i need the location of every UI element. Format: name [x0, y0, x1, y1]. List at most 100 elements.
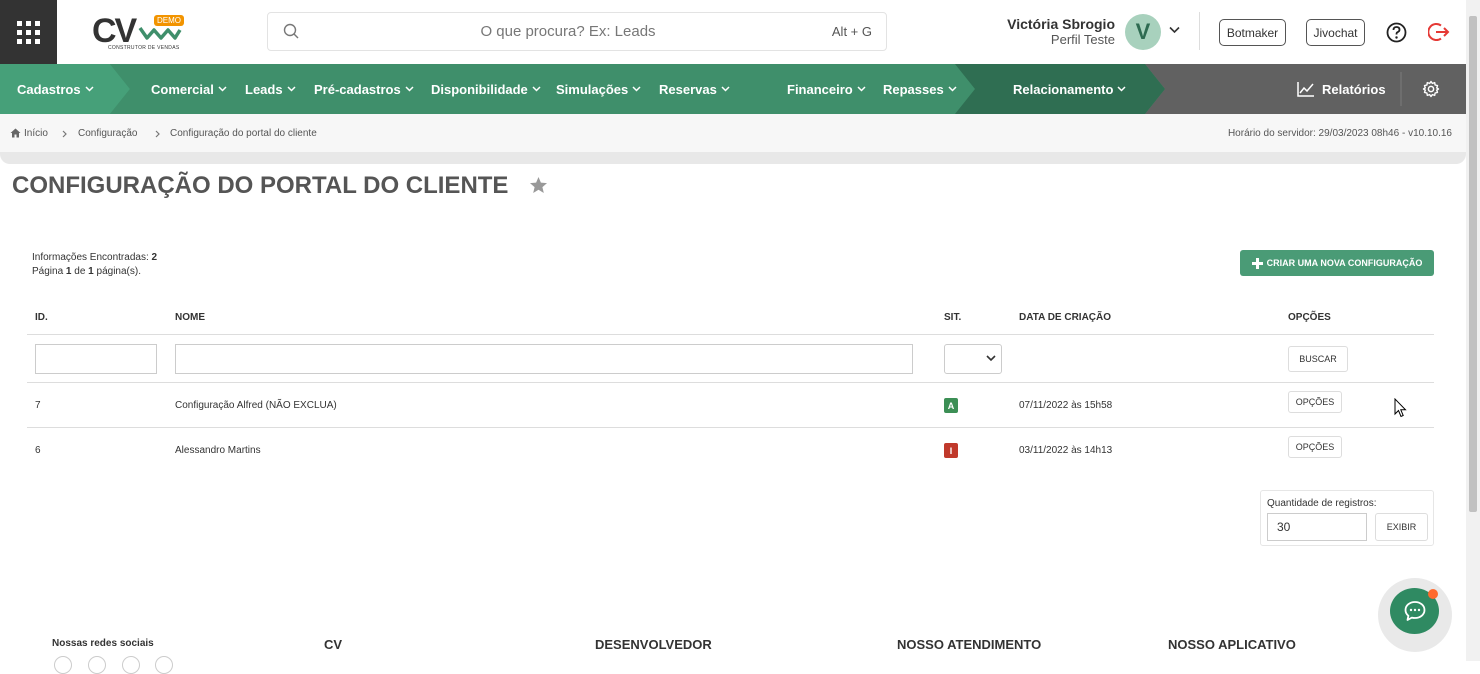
content-shadow: [0, 152, 1466, 164]
row-name[interactable]: Alessandro Martins: [175, 445, 261, 456]
create-configuration-button[interactable]: CRIAR UMA NOVA CONFIGURAÇÃO: [1240, 250, 1434, 276]
nav-label: Comercial: [151, 81, 214, 97]
demo-badge: DEMO: [154, 15, 184, 26]
nav-label: Reservas: [659, 81, 717, 97]
footer-support-title: NOSSO ATENDIMENTO: [897, 637, 1042, 652]
row-created: 03/11/2022 às 14h13: [1019, 445, 1113, 456]
home-icon: [10, 128, 21, 138]
user-profile: Perfil Teste: [1050, 32, 1115, 47]
column-header-nome[interactable]: NOME: [175, 312, 205, 323]
avatar[interactable]: V: [1125, 14, 1161, 50]
nav-label: Cadastros: [17, 81, 81, 97]
help-icon[interactable]: [1386, 22, 1407, 43]
nav-label: Disponibilidade: [431, 81, 528, 97]
nav-label: Relacionamento: [1013, 81, 1114, 97]
social-icon[interactable]: [88, 656, 106, 674]
column-header-id[interactable]: ID.: [35, 312, 48, 323]
apps-menu-button[interactable]: [0, 0, 57, 64]
chevron-down-icon: [632, 86, 641, 92]
breadcrumb-configuracao[interactable]: Configuração: [78, 128, 137, 139]
nav-financeiro[interactable]: Financeiro: [787, 64, 866, 114]
global-search: Alt + G: [267, 12, 887, 51]
chevron-down-icon: [287, 86, 296, 92]
info-found-label: Informações Encontradas:: [32, 252, 149, 263]
records-input[interactable]: 30: [1267, 513, 1367, 541]
create-button-label: CRIAR UMA NOVA CONFIGURAÇÃO: [1266, 258, 1423, 268]
social-icon[interactable]: [155, 656, 173, 674]
nav-relacionamento[interactable]: Relacionamento: [1013, 64, 1126, 114]
nav-label: Pré-cadastros: [314, 81, 401, 97]
search-button[interactable]: BUSCAR: [1288, 346, 1348, 372]
gear-icon[interactable]: [1422, 80, 1440, 98]
breadcrumb-home[interactable]: Início: [24, 128, 48, 139]
chart-line-icon: [1297, 82, 1314, 97]
social-icon[interactable]: [122, 656, 140, 674]
divider: [27, 334, 1434, 335]
plus-icon: [1251, 257, 1263, 269]
user-name: Victória Sbrogio: [1007, 16, 1115, 32]
nav-cadastros[interactable]: Cadastros: [17, 64, 94, 114]
footer-cv-title: CV: [324, 637, 343, 652]
info-found: Informações Encontradas: 2: [32, 252, 157, 263]
jivochat-button[interactable]: Jivochat: [1306, 19, 1365, 46]
grid-icon: [17, 20, 40, 44]
search-icon: [283, 23, 299, 39]
chevron-down-icon: [218, 86, 227, 92]
row-options-button[interactable]: OPÇÕES: [1288, 391, 1342, 413]
records-value: 30: [1277, 520, 1291, 534]
chevron-down-icon: [532, 86, 541, 92]
nav-disponibilidade[interactable]: Disponibilidade: [431, 64, 541, 114]
user-menu[interactable]: Victória Sbrogio Perfil Teste V: [990, 14, 1190, 54]
page-label-prefix: Página: [32, 266, 64, 277]
breadcrumb-current: Configuração do portal do cliente: [170, 128, 317, 139]
row-options-button[interactable]: OPÇÕES: [1288, 436, 1342, 458]
status-badge: A: [944, 398, 958, 413]
records-label: Quantidade de registros:: [1267, 498, 1377, 509]
star-icon[interactable]: [529, 176, 548, 194]
page-title: CONFIGURAÇÃO DO PORTAL DO CLIENTE: [12, 172, 509, 199]
botmaker-button[interactable]: Botmaker: [1219, 19, 1286, 46]
scrollbar[interactable]: [1466, 0, 1480, 661]
row-created: 07/11/2022 às 15h58: [1019, 400, 1113, 411]
page-label-mid: de: [74, 266, 86, 277]
nav-leads[interactable]: Leads: [245, 64, 296, 114]
nav-reservas[interactable]: Reservas: [659, 64, 730, 114]
show-records-button[interactable]: EXIBIR: [1375, 513, 1428, 541]
chevron-down-icon: [857, 86, 866, 92]
row-id: 6: [35, 445, 41, 456]
top-bar: CV DEMO CONSTRUTOR DE VENDAS Alt + G Vic…: [0, 0, 1466, 64]
page-info: Página 1 de 1 página(s).: [32, 266, 141, 277]
main-nav: Cadastros Comercial Leads Pré-cadastros …: [0, 64, 1466, 114]
filter-name-input[interactable]: [175, 344, 913, 374]
filter-id-input[interactable]: [35, 344, 157, 374]
logo-wave-icon: [138, 26, 182, 40]
column-header-data[interactable]: DATA DE CRIAÇÃO: [1019, 312, 1111, 323]
filter-status-select[interactable]: [944, 344, 1002, 374]
footer-app-title: NOSSO APLICATIVO: [1168, 637, 1296, 652]
chevron-down-icon[interactable]: [1169, 26, 1180, 34]
nav-pre-cadastros[interactable]: Pré-cadastros: [314, 64, 414, 114]
page-current: 1: [65, 266, 72, 277]
column-header-sit[interactable]: SIT.: [944, 312, 961, 323]
nav-label: Repasses: [883, 81, 944, 97]
logo[interactable]: CV DEMO CONSTRUTOR DE VENDAS: [90, 12, 185, 54]
logout-icon[interactable]: [1428, 21, 1450, 43]
search-input[interactable]: [308, 13, 828, 50]
chevron-right-icon: [155, 130, 160, 138]
chevron-right-icon: [62, 130, 67, 138]
nav-relatorios[interactable]: Relatórios: [1297, 64, 1386, 114]
chat-bubble-icon: [1404, 601, 1425, 621]
footer-developer-title: DESENVOLVEDOR: [595, 637, 712, 652]
mouse-cursor-icon: [1394, 398, 1407, 418]
nav-repasses[interactable]: Repasses: [883, 64, 957, 114]
records-quantity: Quantidade de registros: 30 EXIBIR: [1260, 490, 1434, 546]
nav-simulacoes[interactable]: Simulações: [556, 64, 641, 114]
social-icon[interactable]: [54, 656, 72, 674]
notification-dot: [1428, 589, 1438, 599]
nav-label: Financeiro: [787, 81, 853, 97]
page-total: 1: [88, 266, 94, 277]
row-name[interactable]: Configuração Alfred (NÃO EXCLUA): [175, 400, 337, 411]
nav-comercial[interactable]: Comercial: [151, 64, 227, 114]
scrollbar-thumb[interactable]: [1469, 16, 1477, 512]
nav-label: Simulações: [556, 81, 629, 97]
